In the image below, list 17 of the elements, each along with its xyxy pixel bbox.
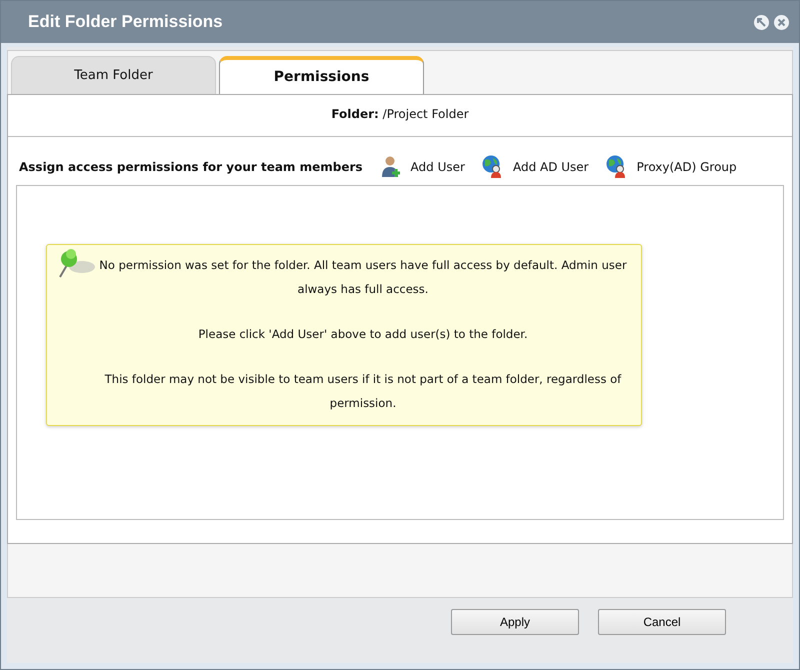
window-title: Edit Folder Permissions: [28, 12, 224, 32]
dialog-button[interactable]: Cancel: [598, 608, 726, 634]
toolbar-link[interactable]: Proxy(AD) Group: [604, 155, 745, 179]
dialog-button[interactable]: Apply: [451, 608, 579, 634]
close-icon[interactable]: [774, 14, 789, 30]
toolbar-link[interactable]: Add User: [378, 155, 473, 179]
note-paragraph: Please click 'Add User' above to add user(s) to the folder.: [197, 326, 529, 343]
note-paragraph: No permission was set for the folder. All team users have full access by default. Admin user always has full access.: [98, 257, 628, 298]
tab[interactable]: Permissions: [219, 56, 424, 94]
tab[interactable]: Team Folder: [11, 56, 216, 94]
toolbar-link[interactable]: Add AD User: [480, 155, 597, 179]
globe-user-icon: [604, 155, 627, 179]
folder-path: Folder: /Project Folder: [8, 95, 792, 137]
instruction-label: Assign access permissions for your team members: [19, 159, 363, 176]
note-paragraph: This folder may not be visible to team users if it is not part of a team folder, regardless of permission.: [104, 371, 622, 412]
minimize-icon[interactable]: [754, 14, 769, 30]
globe-user-icon: [480, 155, 503, 179]
